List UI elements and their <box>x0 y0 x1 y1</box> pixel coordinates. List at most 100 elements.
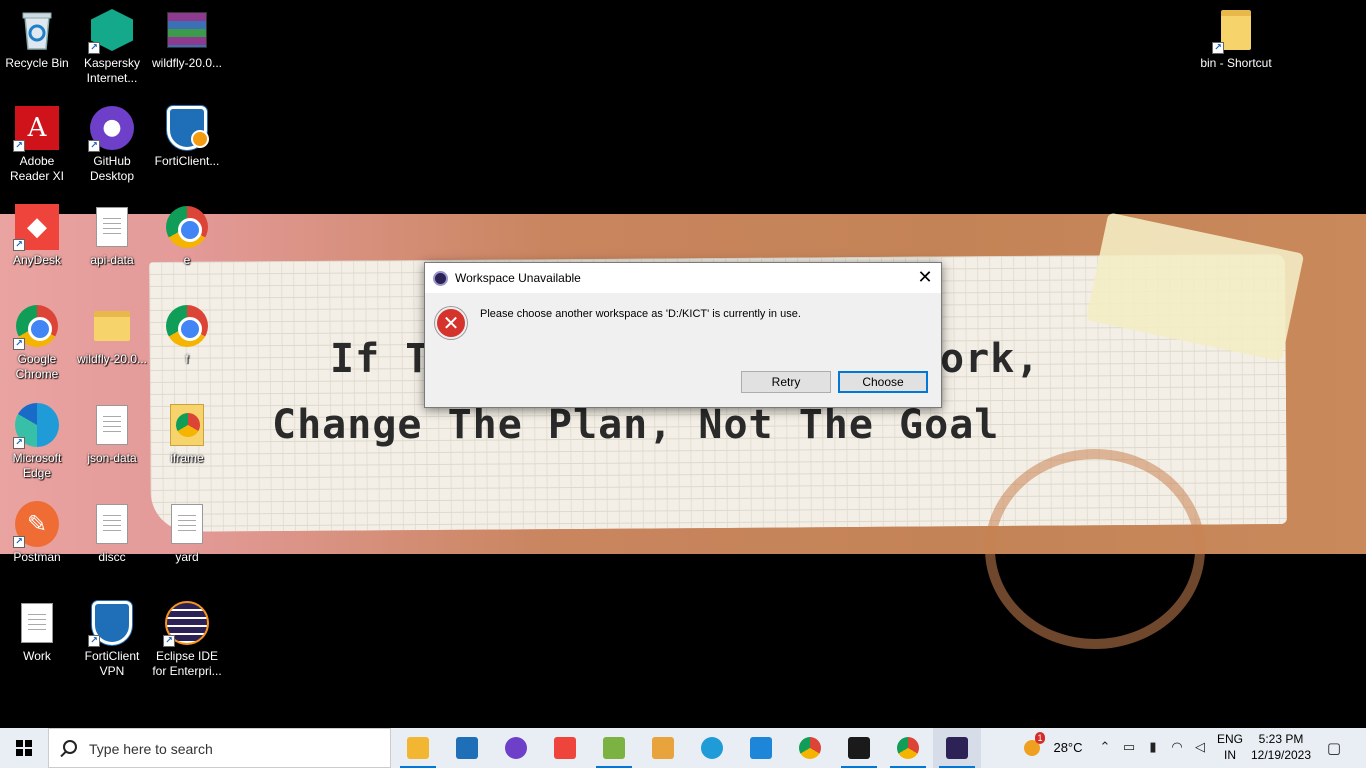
github-desktop-icon: ● ↗ <box>88 106 134 152</box>
forticlient-settings-icon <box>165 106 209 150</box>
taskbar-search-box[interactable]: Type here to search <box>48 728 391 768</box>
close-icon[interactable]: ✕ <box>909 263 941 293</box>
language-indicator[interactable]: ENG IN <box>1212 732 1248 762</box>
battery-icon[interactable]: ▮ <box>1145 740 1161 756</box>
desktop-icon-api-data[interactable]: api-data <box>75 205 149 268</box>
text-file-icon <box>90 502 134 546</box>
taskbar-app-anydesk[interactable] <box>541 728 589 768</box>
kaspersky-icon: ↗ <box>88 8 134 54</box>
taskbar-app-file-tool[interactable] <box>639 728 687 768</box>
desktop-icon-forticlient-settings[interactable]: FortiClient... <box>150 106 224 169</box>
chrome-icon <box>897 737 919 759</box>
notification-icon[interactable]: ▢ <box>1324 740 1344 756</box>
desktop-icon-label: iframe <box>170 451 204 465</box>
taskbar-app-forticlient[interactable] <box>443 728 491 768</box>
desktop-icon-label: e <box>183 253 191 267</box>
dialog-titlebar[interactable]: Workspace Unavailable ✕ <box>425 263 941 293</box>
vscode-icon <box>750 737 772 759</box>
desktop-icon-label: Microsoft Edge <box>12 451 62 480</box>
desktop-icon-label: wildfly-20.0... <box>76 352 148 366</box>
desktop-icon-discc[interactable]: discc <box>75 502 149 565</box>
folder-shortcut-icon: ↗ <box>1212 8 1258 54</box>
desktop-icon-label: bin - Shortcut <box>1200 56 1272 70</box>
desktop-icon-adobe-reader[interactable]: A ↗ Adobe Reader XI <box>0 106 74 184</box>
desktop-icon-kaspersky[interactable]: ↗ Kaspersky Internet... <box>75 8 149 86</box>
desktop-icon-microsoft-edge[interactable]: ↗ Microsoft Edge <box>0 403 74 481</box>
desktop-icon-work[interactable]: Work <box>0 601 74 664</box>
desktop-icon-recycle-bin[interactable]: Recycle Bin <box>0 8 74 71</box>
taskbar-app-terminal[interactable] <box>835 728 883 768</box>
edge-icon: ↗ <box>13 403 59 449</box>
eclipse-icon <box>946 737 968 759</box>
anydesk-icon <box>554 737 576 759</box>
desktop-icon-iframe[interactable]: iframe <box>150 403 224 466</box>
folder-icon <box>407 737 429 759</box>
eclipse-icon: ↗ <box>163 601 209 647</box>
clock[interactable]: 5:23 PM 12/19/2023 <box>1248 732 1314 762</box>
desktop-icon-anydesk[interactable]: ◆ ↗ AnyDesk <box>0 204 74 268</box>
desktop-icon-label: FortiClient VPN <box>84 649 140 678</box>
wifi-icon[interactable]: ◠ <box>1169 740 1185 756</box>
desktop-icon-eclipse[interactable]: ↗ Eclipse IDE for Enterpri... <box>150 601 224 679</box>
desktop: If T ork, Change The Plan, Not The Goal … <box>0 0 1366 728</box>
desktop-icon-wildfly-folder[interactable]: wildfly-20.0... <box>75 304 149 367</box>
taskbar-app-edge[interactable] <box>688 728 736 768</box>
search-input[interactable]: Type here to search <box>89 741 213 757</box>
chrome-html-file-icon <box>165 403 209 447</box>
taskbar-app-eclipse[interactable] <box>933 728 981 768</box>
taskbar: Type here to search 1 28°C ⌃ ▭ ▮ ◠ ◁ ENG… <box>0 728 1366 768</box>
choose-button[interactable]: Choose <box>838 371 928 393</box>
desktop-icon-label: FortiClient... <box>154 154 220 168</box>
desktop-icon-wildfly-archive[interactable]: wildfly-20.0... <box>150 8 224 71</box>
desktop-icon-forticlient-vpn[interactable]: ↗ FortiClient VPN <box>75 601 149 679</box>
desktop-icon-label: Postman <box>13 550 61 564</box>
text-file-icon <box>15 601 59 645</box>
chrome-icon <box>165 205 209 249</box>
search-icon <box>63 740 77 754</box>
taskbar-app-notepad-plus[interactable] <box>590 728 638 768</box>
desktop-icon-label: Kaspersky Internet... <box>83 56 141 85</box>
desktop-icon-label: api-data <box>90 253 134 267</box>
volume-icon[interactable]: ◁ <box>1192 740 1208 756</box>
chevron-up-icon[interactable]: ⌃ <box>1097 740 1113 756</box>
taskbar-app-github-desktop[interactable] <box>492 728 540 768</box>
dialog-title: Workspace Unavailable <box>455 271 581 285</box>
notepad-icon <box>603 737 625 759</box>
desktop-icon-yard[interactable]: yard <box>150 502 224 565</box>
desktop-icon-f[interactable]: f <box>150 304 224 367</box>
postman-icon: ✎ ↗ <box>13 501 59 548</box>
text-file-icon <box>90 403 134 447</box>
clock-date: 12/19/2023 <box>1250 748 1312 762</box>
edge-icon <box>701 737 723 759</box>
meet-now-icon[interactable]: ▭ <box>1121 740 1137 756</box>
desktop-icon-e[interactable]: e <box>150 205 224 268</box>
taskbar-app-chrome[interactable] <box>786 728 834 768</box>
desktop-icon-json-data[interactable]: json-data <box>75 403 149 466</box>
wallpaper-coffee-stain <box>985 449 1205 649</box>
github-desktop-icon <box>505 737 527 759</box>
recycle-bin-icon <box>15 8 59 52</box>
chrome-icon <box>165 304 209 348</box>
desktop-icon-label: Eclipse IDE for Enterpri... <box>152 649 222 678</box>
text-file-icon <box>90 205 134 249</box>
taskbar-app-vscode[interactable] <box>737 728 785 768</box>
retry-button[interactable]: Retry <box>741 371 831 393</box>
desktop-icon-postman[interactable]: ✎ ↗ Postman <box>0 501 74 565</box>
language-code: ENG <box>1216 732 1243 746</box>
taskbar-app-file-explorer[interactable] <box>394 728 442 768</box>
taskbar-app-chrome-profile[interactable] <box>884 728 932 768</box>
adobe-reader-icon: A ↗ <box>13 106 59 152</box>
desktop-icon-label: wildfly-20.0... <box>151 56 223 70</box>
weather-temp[interactable]: 28°C <box>1050 740 1086 755</box>
clock-time: 5:23 PM <box>1258 732 1304 746</box>
desktop-icon-google-chrome[interactable]: ↗ Google Chrome <box>0 304 74 382</box>
winrar-archive-icon <box>165 8 209 52</box>
text-file-icon <box>165 502 209 546</box>
desktop-icon-label: discc <box>98 550 126 564</box>
forticlient-icon <box>456 737 478 759</box>
desktop-icon-github-desktop[interactable]: ● ↗ GitHub Desktop <box>75 106 149 184</box>
start-button[interactable] <box>0 728 48 768</box>
eclipse-icon <box>433 271 448 286</box>
chrome-icon <box>799 737 821 759</box>
desktop-icon-bin-shortcut[interactable]: ↗ bin - Shortcut <box>1199 8 1273 71</box>
